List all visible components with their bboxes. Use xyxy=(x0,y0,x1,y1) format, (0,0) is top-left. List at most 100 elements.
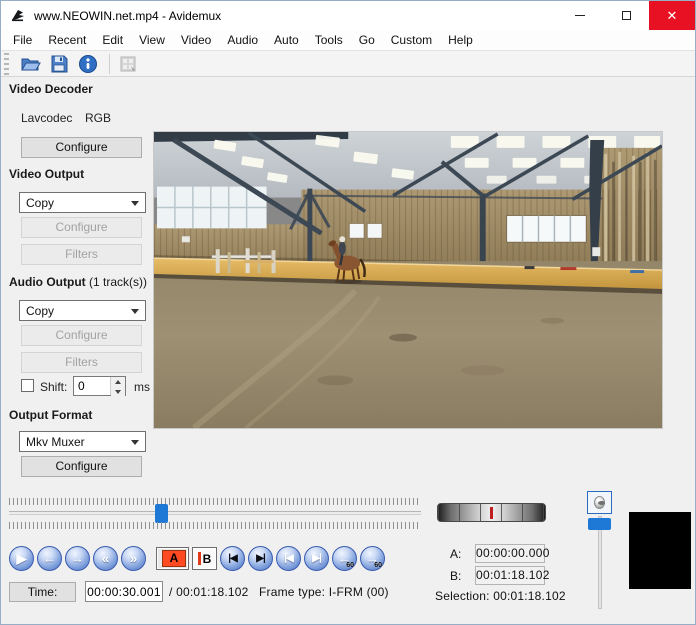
volume-slider-handle[interactable] xyxy=(588,518,611,530)
menu-bar: FileRecentEditViewVideoAudioAutoToolsGoC… xyxy=(1,30,695,50)
spin-down-icon[interactable] xyxy=(111,387,125,397)
marker-a-field[interactable]: 00:00:00.000 xyxy=(475,544,545,563)
next-black-frame-icon: ▶| xyxy=(305,547,328,570)
shift-spinbox xyxy=(73,376,126,396)
window-title: www.NEOWIN.net.mp4 - Avidemux xyxy=(34,9,221,23)
previous-black-frame-button[interactable]: |◀ xyxy=(276,546,301,571)
next-frame-button[interactable]: → xyxy=(65,546,90,571)
set-marker-b-icon: B xyxy=(193,548,216,569)
output-format-heading: Output Format xyxy=(9,408,92,422)
menu-file[interactable]: File xyxy=(5,33,40,47)
selection-text: Selection: 00:01:18.102 xyxy=(435,589,566,603)
append-video-icon xyxy=(115,52,141,76)
avidemux-window: www.NEOWIN.net.mp4 - Avidemux ✕ FileRece… xyxy=(0,0,696,625)
shuttle-center-mark xyxy=(490,507,493,519)
previous-keyframe-icon: « xyxy=(94,547,117,570)
mute-button[interactable] xyxy=(587,491,612,514)
menu-help[interactable]: Help xyxy=(440,33,481,47)
video-output-value: Copy xyxy=(26,196,54,210)
audio-output-filters-button: Filters xyxy=(21,352,142,373)
play-icon: ▶ xyxy=(10,547,33,570)
audio-output-select[interactable]: Copy xyxy=(19,300,146,321)
play-button[interactable]: ▶ xyxy=(9,546,34,571)
next-black-frame-button[interactable]: ▶| xyxy=(304,546,329,571)
app-icon xyxy=(10,7,27,24)
audio-output-value: Copy xyxy=(26,304,54,318)
shift-input[interactable] xyxy=(74,377,110,395)
next-frame-icon: → xyxy=(66,547,89,570)
save-video-icon[interactable] xyxy=(46,52,72,76)
menu-view[interactable]: View xyxy=(131,33,173,47)
last-frame-button[interactable]: ▶| xyxy=(248,546,273,571)
timeline-track[interactable] xyxy=(9,511,421,515)
timeline[interactable] xyxy=(9,496,421,530)
close-icon: ✕ xyxy=(667,1,678,30)
menu-recent[interactable]: Recent xyxy=(40,33,94,47)
next-keyframe-button[interactable]: » xyxy=(121,546,146,571)
shuttle-wheel[interactable] xyxy=(437,503,546,522)
previous-black-frame-icon: |◀ xyxy=(277,547,300,570)
menu-edit[interactable]: Edit xyxy=(94,33,131,47)
information-icon[interactable] xyxy=(75,52,101,76)
output-format-value: Mkv Muxer xyxy=(26,435,85,449)
set-marker-a-button[interactable]: A xyxy=(156,547,189,570)
menu-auto[interactable]: Auto xyxy=(266,33,307,47)
back-one-minute-button[interactable]: ←60 xyxy=(332,546,357,571)
maximize-button[interactable] xyxy=(603,1,649,30)
previous-keyframe-button[interactable]: « xyxy=(93,546,118,571)
previous-frame-button[interactable]: ← xyxy=(37,546,62,571)
last-frame-icon: ▶| xyxy=(249,547,272,570)
chevron-down-icon xyxy=(131,309,139,318)
video-output-configure-button: Configure xyxy=(21,217,142,238)
toolbar-icons xyxy=(17,52,144,76)
timeline-ticks-bottom xyxy=(9,522,421,529)
video-output-filters-button: Filters xyxy=(21,244,142,265)
video-preview xyxy=(153,131,663,429)
marker-a-label: A: xyxy=(450,547,461,561)
shift-checkbox[interactable] xyxy=(21,379,34,392)
open-video-icon[interactable] xyxy=(17,52,43,76)
chevron-down-icon xyxy=(131,201,139,210)
menu-audio[interactable]: Audio xyxy=(219,33,266,47)
next-keyframe-icon: » xyxy=(122,547,145,570)
video-decoder-mode: RGB xyxy=(85,111,111,125)
sixty-seconds-badge: 60 xyxy=(374,562,382,569)
toolbar xyxy=(1,50,695,77)
menu-custom[interactable]: Custom xyxy=(383,33,440,47)
menu-video[interactable]: Video xyxy=(173,33,219,47)
forward-one-minute-button[interactable]: →60 xyxy=(360,546,385,571)
audio-meter-display xyxy=(629,512,691,589)
video-decoder-configure-button[interactable]: Configure xyxy=(21,137,142,158)
timeline-ticks-top xyxy=(9,498,421,505)
close-button[interactable]: ✕ xyxy=(649,1,695,30)
set-marker-b-button[interactable]: B xyxy=(192,547,217,570)
video-output-heading: Video Output xyxy=(9,167,84,181)
first-frame-icon: |◀ xyxy=(221,547,244,570)
toolbar-separator xyxy=(109,54,110,74)
output-format-select[interactable]: Mkv Muxer xyxy=(19,431,146,452)
menu-tools[interactable]: Tools xyxy=(307,33,351,47)
sixty-seconds-badge: 60 xyxy=(346,562,354,569)
minimize-icon xyxy=(575,15,585,16)
audio-output-heading: Audio Output (1 track(s)) xyxy=(9,275,147,289)
time-button[interactable]: Time: xyxy=(9,582,76,602)
minimize-button[interactable] xyxy=(557,1,603,30)
video-decoder-codec: Lavcodec xyxy=(21,111,72,125)
first-frame-button[interactable]: |◀ xyxy=(220,546,245,571)
set-marker-a-icon: A xyxy=(162,550,186,567)
menu-go[interactable]: Go xyxy=(351,33,383,47)
video-output-select[interactable]: Copy xyxy=(19,192,146,213)
shift-unit-label: ms xyxy=(134,380,150,394)
timeline-handle[interactable] xyxy=(155,504,168,523)
toolbar-grip[interactable] xyxy=(4,53,9,75)
spin-up-icon[interactable] xyxy=(111,377,125,387)
marker-b-label: B: xyxy=(450,569,461,583)
previous-frame-icon: ← xyxy=(38,547,61,570)
time-input[interactable] xyxy=(85,581,163,602)
title-bar: www.NEOWIN.net.mp4 - Avidemux ✕ xyxy=(1,1,695,30)
transport-controls: ▶←→«»AB|◀▶||◀▶|←60→60 xyxy=(9,545,388,572)
speaker-icon xyxy=(594,496,605,509)
marker-b-field[interactable]: 00:01:18.102 xyxy=(475,566,545,585)
frame-type-text: Frame type: I-FRM (00) xyxy=(259,585,389,599)
output-format-configure-button[interactable]: Configure xyxy=(21,456,142,477)
